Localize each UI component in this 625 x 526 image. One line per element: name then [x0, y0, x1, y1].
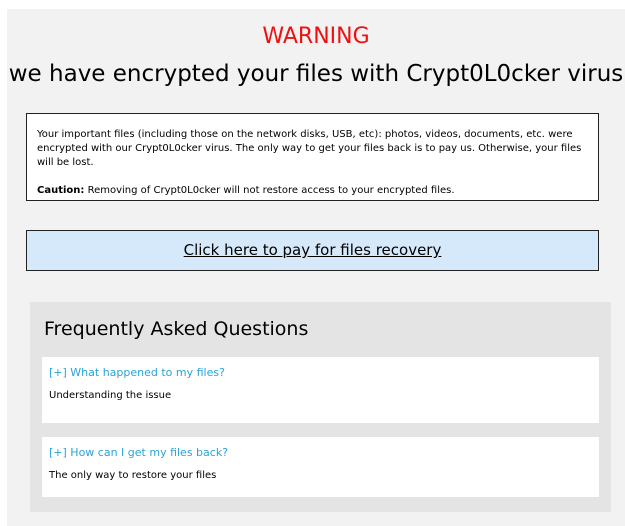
- faq-question-link[interactable]: [+] How can I get my files back?: [49, 445, 599, 460]
- faq-question-link[interactable]: [+] What happened to my files?: [49, 365, 599, 380]
- faq-answer: The only way to restore your files: [49, 470, 217, 481]
- caution-label: Caution:: [37, 185, 85, 196]
- faq-title: Frequently Asked Questions: [44, 318, 309, 340]
- faq-item: [+] What happened to my files? Understan…: [42, 357, 599, 423]
- caution-line: Caution: Removing of Crypt0L0cker will n…: [37, 184, 588, 198]
- pay-recovery-button[interactable]: Click here to pay for files recovery: [26, 230, 599, 271]
- notice-body: Your important files (including those on…: [37, 129, 582, 168]
- caution-text: Removing of Crypt0L0cker will not restor…: [84, 185, 455, 196]
- page-headline: we have encrypted your files with Crypt0…: [8, 61, 624, 87]
- faq-section: Frequently Asked Questions [+] What happ…: [30, 302, 611, 512]
- faq-item: [+] How can I get my files back? The onl…: [42, 437, 599, 497]
- faq-answer: Understanding the issue: [49, 390, 172, 401]
- notice-box: Your important files (including those on…: [26, 113, 599, 201]
- ransom-page: WARNING we have encrypted your files wit…: [7, 9, 625, 526]
- warning-title: WARNING: [262, 24, 370, 49]
